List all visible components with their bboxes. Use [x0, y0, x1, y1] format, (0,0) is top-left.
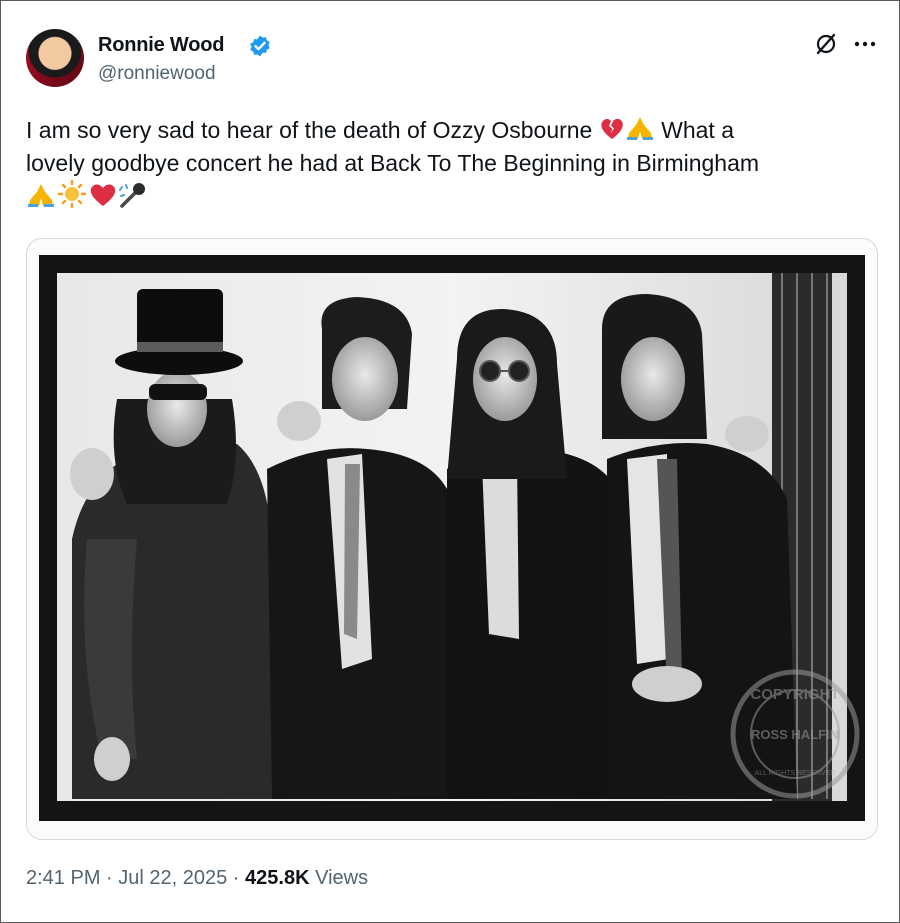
stamp-bottom-text: ROSS HALFIN — [751, 727, 839, 742]
copyright-stamp: COPYRIGHT ROSS HALFIN ALL RIGHTS RESERVE… — [730, 669, 860, 799]
band-photo: COPYRIGHT ROSS HALFIN ALL RIGHTS RESERVE… — [27, 239, 877, 839]
broken-heart-icon — [601, 118, 623, 139]
views-count: 425.8K — [245, 867, 310, 889]
microphone-icon — [119, 183, 145, 208]
grok-icon[interactable] — [813, 31, 839, 57]
author-display-name[interactable]: Ronnie Wood — [98, 34, 224, 57]
tweet-time[interactable]: 2:41 PM — [26, 867, 100, 889]
meta-separator: · — [227, 867, 246, 889]
author-handle[interactable]: @ronniewood — [98, 63, 216, 85]
tweet-text-line2: lovely goodbye concert he had at Back To… — [26, 150, 760, 176]
verified-badge-icon[interactable] — [248, 34, 272, 58]
red-heart-icon — [90, 184, 116, 206]
tweet-date[interactable]: Jul 22, 2025 — [118, 867, 227, 889]
tweet-meta: 2:41 PM · Jul 22, 2025 · 425.8K Views — [26, 867, 368, 890]
folded-hands-icon — [28, 184, 54, 207]
views-label: Views — [309, 867, 369, 889]
more-icon[interactable] — [852, 31, 878, 57]
tweet-card: Ronnie Wood @ronniewood I am so very sad… — [0, 0, 900, 923]
tweet-text-line1b: What a — [654, 117, 735, 143]
tweet-text: I am so very sad to hear of the death of… — [26, 114, 876, 214]
tweet-photo[interactable]: COPYRIGHT ROSS HALFIN ALL RIGHTS RESERVE… — [26, 238, 878, 840]
tweet-text-line1: I am so very sad to hear of the death of… — [26, 117, 599, 143]
sun-icon — [57, 180, 87, 208]
meta-separator: · — [100, 867, 119, 889]
folded-hands-icon — [626, 117, 653, 140]
stamp-top-text: COPYRIGHT — [750, 686, 839, 703]
stamp-small-text: ALL RIGHTS RESERVED — [755, 770, 836, 777]
avatar[interactable] — [26, 29, 84, 87]
